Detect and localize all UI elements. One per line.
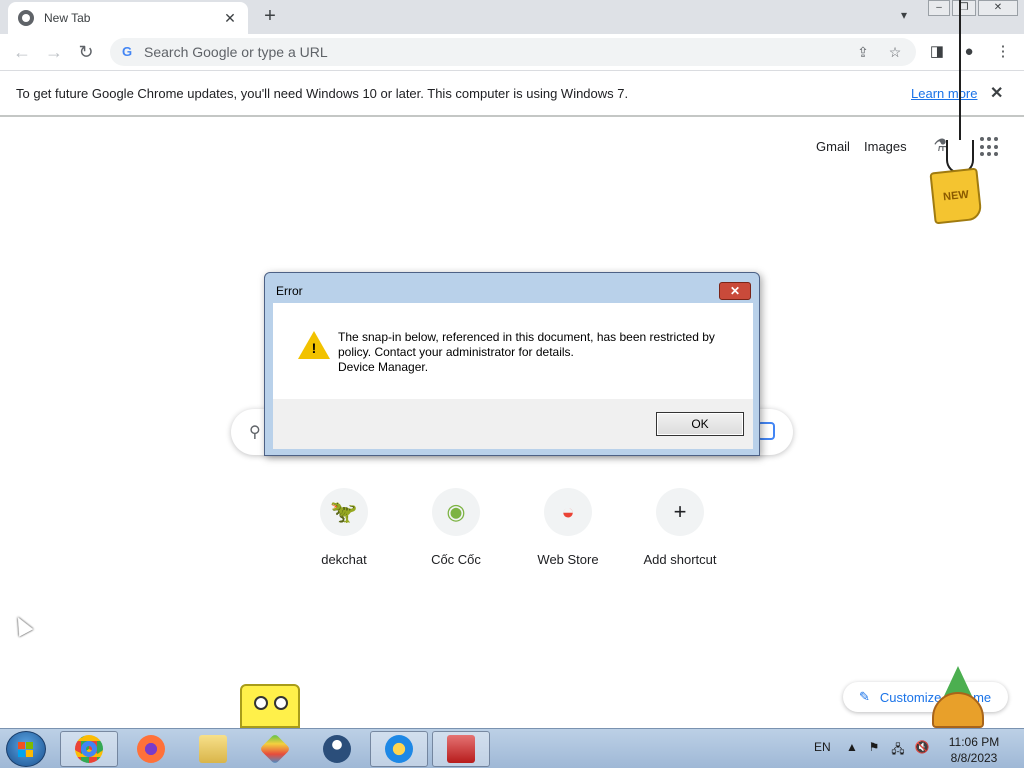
dekchat-icon: 🦖 bbox=[320, 488, 368, 536]
shortcut-webstore[interactable]: ◒ Web Store bbox=[512, 488, 624, 578]
windows-logo-icon bbox=[18, 742, 34, 758]
show-hidden-icons-icon[interactable]: ▲ bbox=[844, 740, 860, 756]
tab-search-icon[interactable]: ▾ bbox=[894, 8, 914, 26]
omnibox-placeholder: Search Google or type a URL bbox=[144, 44, 328, 60]
share-icon[interactable]: ⇪ bbox=[852, 44, 874, 61]
plus-icon: + bbox=[656, 488, 704, 536]
eye bbox=[274, 696, 288, 710]
chrome-icon bbox=[75, 735, 103, 763]
windows-taskbar: EN ▲ ⚑ 🖧 🔇 11:06 PM 8/8/2023 bbox=[0, 728, 1024, 768]
back-icon[interactable]: ← bbox=[10, 40, 34, 64]
dialog-footer: OK bbox=[273, 399, 753, 449]
webstore-icon: ◒ bbox=[544, 488, 592, 536]
dialog-message-line: The snap-in below, referenced in this do… bbox=[338, 330, 715, 344]
clock-time: 11:06 PM bbox=[948, 735, 1000, 749]
side-panel-icon[interactable]: ◨ bbox=[926, 42, 948, 62]
taskbar-explorer[interactable] bbox=[184, 731, 242, 767]
shortcut-label: Add shortcut bbox=[643, 552, 717, 567]
shortcut-label: dekchat bbox=[321, 552, 367, 567]
tab-title: New Tab bbox=[44, 11, 91, 25]
learn-more-link[interactable]: Learn more bbox=[911, 86, 977, 101]
bluestacks-icon bbox=[259, 733, 291, 765]
google-apps-icon[interactable] bbox=[980, 137, 1000, 157]
dialog-message-line: policy. Contact your administrator for d… bbox=[338, 345, 574, 359]
file-explorer-icon bbox=[199, 735, 227, 763]
reload-icon[interactable]: ↻ bbox=[74, 40, 98, 64]
ok-button[interactable]: OK bbox=[656, 412, 744, 436]
taskbar-firefox[interactable] bbox=[122, 731, 180, 767]
restore-icon[interactable]: ❐ bbox=[952, 0, 976, 16]
menu-kebab-icon[interactable]: ⋮ bbox=[992, 42, 1014, 62]
shortcut-label: Cốc Cốc bbox=[431, 552, 481, 567]
taskbar-clock[interactable]: 11:06 PM 8/8/2023 bbox=[944, 734, 1004, 766]
infobar-message: To get future Google Chrome updates, you… bbox=[16, 86, 629, 101]
coccoc-icon: ◉ bbox=[432, 488, 480, 536]
warning-mark: ! bbox=[311, 340, 317, 356]
taskbar-chrome[interactable] bbox=[60, 731, 118, 767]
spongebob-character bbox=[240, 684, 300, 728]
bookmark-star-icon[interactable]: ☆ bbox=[884, 44, 906, 61]
images-link[interactable]: Images bbox=[864, 139, 907, 154]
pineapple-body bbox=[932, 692, 984, 728]
vpn-icon bbox=[323, 735, 351, 763]
omnibox[interactable]: G Search Google or type a URL ⇪ ☆ bbox=[110, 38, 916, 66]
error-dialog: Error ✕ ! The snap-in below, referenced … bbox=[264, 272, 760, 456]
toolbox-icon bbox=[447, 735, 475, 763]
pineapple-house bbox=[930, 666, 986, 728]
hook-line bbox=[959, 0, 961, 140]
tab-new-tab[interactable]: New Tab ✕ bbox=[8, 2, 248, 34]
taskbar-game[interactable] bbox=[370, 731, 428, 767]
new-tag-text: NEW bbox=[942, 188, 970, 204]
infobar-close-icon[interactable]: ✕ bbox=[990, 83, 1003, 103]
shortcut-label: Web Store bbox=[537, 552, 599, 567]
action-center-flag-icon[interactable]: ⚑ bbox=[866, 740, 882, 756]
new-tab-button[interactable]: + bbox=[258, 4, 282, 28]
search-icon: ⚲ bbox=[249, 424, 261, 441]
dialog-title: Error bbox=[276, 284, 303, 298]
window-close-icon[interactable]: ✕ bbox=[978, 0, 1018, 16]
taskbar-vpn[interactable] bbox=[308, 731, 366, 767]
forward-icon[interactable]: → bbox=[42, 40, 66, 64]
dialog-close-button[interactable]: ✕ bbox=[719, 282, 751, 300]
dialog-message: The snap-in below, referenced in this do… bbox=[338, 330, 738, 375]
gmail-link[interactable]: Gmail bbox=[816, 139, 850, 154]
clock-date: 8/8/2023 bbox=[950, 751, 998, 765]
shortcut-coccoc[interactable]: ◉ Cốc Cốc bbox=[400, 488, 512, 578]
browser-toolbar: ← → ↻ G Search Google or type a URL ⇪ ☆ … bbox=[0, 34, 1024, 70]
new-tag-sticker: NEW bbox=[929, 167, 983, 225]
taskbar-toolbox[interactable] bbox=[432, 731, 490, 767]
game-icon bbox=[385, 735, 413, 763]
firefox-icon bbox=[137, 735, 165, 763]
start-button[interactable] bbox=[6, 731, 46, 767]
shortcut-add[interactable]: + Add shortcut bbox=[624, 488, 736, 578]
eye bbox=[254, 696, 268, 710]
update-infobar: To get future Google Chrome updates, you… bbox=[0, 70, 1024, 117]
language-indicator[interactable]: EN bbox=[814, 740, 831, 754]
tab-close-icon[interactable]: ✕ bbox=[222, 10, 238, 27]
tab-strip: New Tab ✕ + ▾ – ❐ ✕ bbox=[0, 0, 1024, 34]
dialog-message-line: Device Manager. bbox=[338, 360, 429, 374]
chrome-favicon-icon bbox=[18, 10, 34, 26]
shortcut-dekchat[interactable]: 🦖 dekchat bbox=[288, 488, 400, 578]
profile-avatar-icon[interactable]: ● bbox=[958, 42, 980, 62]
google-g-icon: G bbox=[121, 44, 133, 59]
dialog-body: ! The snap-in below, referenced in this … bbox=[273, 303, 753, 399]
mouse-cursor-icon bbox=[10, 613, 34, 637]
minimize-icon[interactable]: – bbox=[928, 0, 950, 16]
taskbar-bluestacks[interactable] bbox=[246, 731, 304, 767]
network-icon[interactable]: 🖧 bbox=[890, 740, 906, 756]
volume-muted-icon[interactable]: 🔇 bbox=[914, 740, 930, 756]
pencil-icon: ✎ bbox=[859, 689, 870, 704]
